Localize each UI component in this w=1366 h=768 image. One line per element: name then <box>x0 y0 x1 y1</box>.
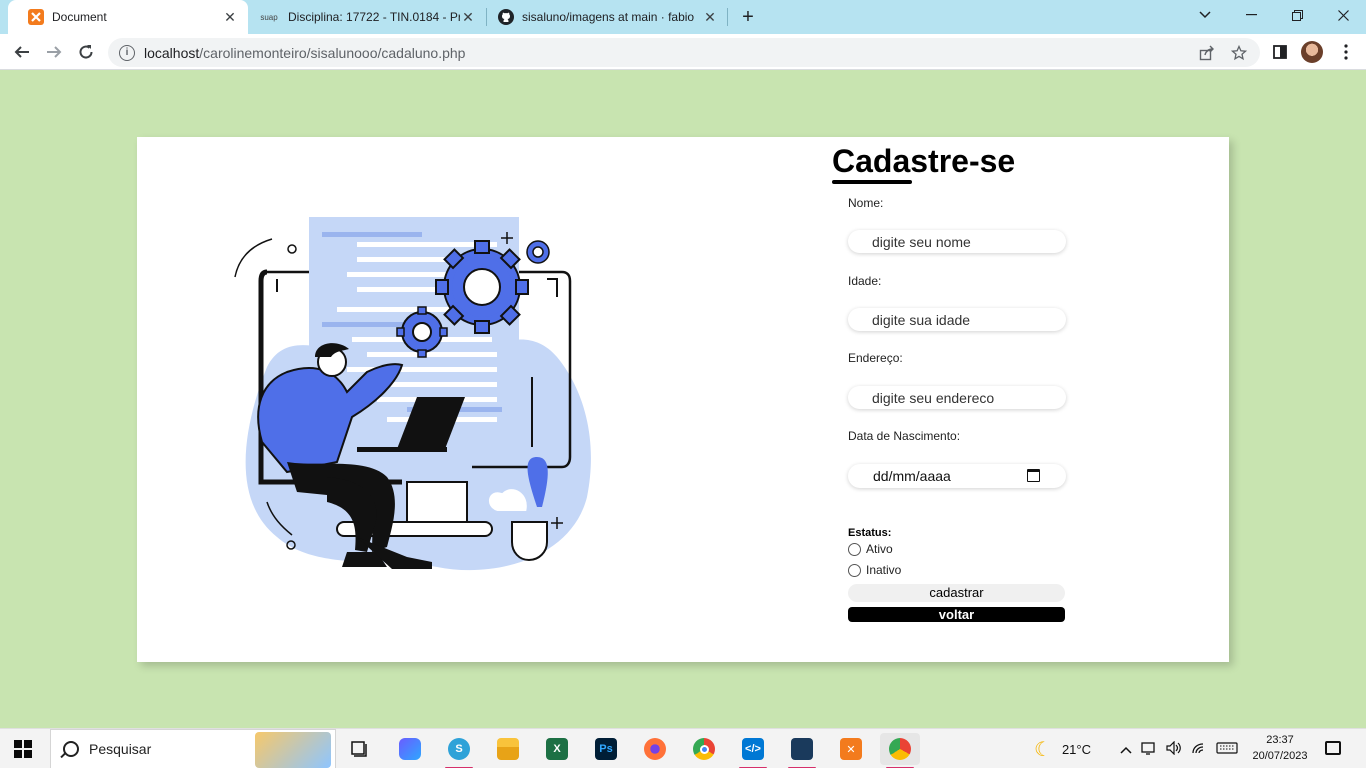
xampp-taskbar-icon[interactable]: ✕ <box>831 733 871 765</box>
address-label: Endereço: <box>848 351 903 365</box>
excel-icon[interactable]: X <box>537 733 577 765</box>
profile-avatar[interactable] <box>1301 41 1323 63</box>
windows-start-icon[interactable] <box>14 740 32 758</box>
browser-tab-strip: Document ✕ suap Disciplina: 17722 - TIN.… <box>0 0 1366 34</box>
browser-toolbar: i localhost/carolinemonteiro/sisalunooo/… <box>0 34 1366 70</box>
age-input[interactable] <box>848 308 1066 331</box>
photoshop-icon[interactable]: Ps <box>586 733 626 765</box>
name-input[interactable] <box>848 230 1066 253</box>
tab-title: Disciplina: 17722 - TIN.0184 - Pro <box>288 10 460 24</box>
calendar-icon[interactable] <box>1027 469 1040 482</box>
radio-button[interactable] <box>848 563 861 577</box>
large-gear-icon <box>435 240 529 334</box>
close-tab-icon[interactable]: ✕ <box>460 9 476 25</box>
tab-separator <box>486 8 487 26</box>
firefox-icon[interactable] <box>635 733 675 765</box>
status-option-inativo[interactable]: Inativo <box>848 563 901 577</box>
network-icon[interactable] <box>1141 741 1157 758</box>
weather-widget[interactable]: ☾ 21°C <box>1034 729 1091 768</box>
system-tray[interactable] <box>1120 729 1238 768</box>
notification-icon[interactable] <box>1325 741 1341 755</box>
chrome-profile-icon[interactable] <box>880 733 920 768</box>
chrome-icon[interactable] <box>684 733 724 765</box>
close-tab-icon[interactable]: ✕ <box>702 9 718 25</box>
keyboard-icon[interactable] <box>1216 741 1238 758</box>
chevron-up-icon[interactable] <box>1120 742 1132 757</box>
bookmark-star-icon[interactable] <box>1228 42 1250 64</box>
clock-time: 23:37 <box>1266 734 1294 746</box>
tab-title: Document <box>52 10 107 24</box>
new-tab-button[interactable]: + <box>737 6 759 28</box>
github-icon <box>498 9 514 25</box>
clock-date: 20/07/2023 <box>1252 750 1308 762</box>
age-label: Idade: <box>848 274 882 288</box>
tiny-gear-icon <box>526 240 550 264</box>
address-bar[interactable]: i localhost/carolinemonteiro/sisalunooo/… <box>108 38 1260 67</box>
skype-s-icon[interactable]: S <box>439 733 479 768</box>
xampp-icon <box>28 9 44 25</box>
tab-github[interactable]: sisaluno/imagens at main · fabio ✕ <box>488 0 728 34</box>
close-tab-icon[interactable]: ✕ <box>222 9 238 25</box>
site-info-icon[interactable]: i <box>119 44 135 61</box>
status-label: Estatus: <box>848 527 892 539</box>
radio-label: Inativo <box>866 563 902 577</box>
tab-document[interactable]: Document ✕ <box>8 0 248 34</box>
tab-title: sisaluno/imagens at main · fabio <box>522 10 695 24</box>
file-explorer-icon[interactable] <box>488 733 528 765</box>
reload-icon[interactable] <box>72 38 100 66</box>
search-icon <box>63 741 79 757</box>
submit-button[interactable]: cadastrar <box>848 584 1065 602</box>
windows-taskbar: Pesquisar S X Ps </> ✕ ☾ 21°C 23:37 20/0… <box>0 728 1366 768</box>
title-underline <box>832 180 912 184</box>
back-arrow-icon[interactable] <box>8 38 36 66</box>
address-input[interactable] <box>848 386 1066 409</box>
name-label: Nome: <box>848 196 884 210</box>
developer-illustration <box>234 217 591 571</box>
vscode-icon[interactable]: </> <box>733 733 773 768</box>
birthdate-input[interactable]: dd/mm/aaaa <box>848 464 1066 488</box>
taskbar-clock[interactable]: 23:37 20/07/2023 <box>1249 732 1311 764</box>
forward-arrow-icon[interactable] <box>40 38 68 66</box>
tab-search-icon[interactable] <box>1182 0 1228 30</box>
share-icon[interactable] <box>1196 42 1218 64</box>
side-panel-icon[interactable] <box>1270 42 1290 62</box>
tab-disciplina[interactable]: suap Disciplina: 17722 - TIN.0184 - Pro … <box>248 0 486 34</box>
weather-temp: 21°C <box>1061 741 1091 757</box>
copilot-icon[interactable] <box>390 733 430 765</box>
suap-icon: suap <box>260 12 278 22</box>
search-highlight-image <box>255 732 331 768</box>
birthdate-label: Data de Nascimento: <box>848 429 961 443</box>
search-text: Pesquisar <box>89 741 152 757</box>
moon-icon: ☾ <box>1034 738 1052 761</box>
more-menu-icon[interactable] <box>1336 42 1356 62</box>
radio-label: Ativo <box>866 542 893 556</box>
date-placeholder: dd/mm/aaaa <box>873 468 951 484</box>
task-view-icon[interactable] <box>340 733 380 765</box>
restore-icon[interactable] <box>1274 0 1320 30</box>
taskbar-search[interactable]: Pesquisar <box>50 729 336 768</box>
close-window-icon[interactable] <box>1320 0 1366 30</box>
wifi-icon[interactable] <box>1191 741 1207 758</box>
tab-separator <box>727 8 728 26</box>
radio-button[interactable] <box>848 542 861 556</box>
volume-icon[interactable] <box>1166 740 1182 758</box>
back-button[interactable]: voltar <box>848 607 1065 622</box>
status-option-ativo[interactable]: Ativo <box>848 542 893 556</box>
url-text[interactable]: localhost/carolinemonteiro/sisalunooo/ca… <box>144 45 1196 61</box>
minimize-icon[interactable] <box>1228 0 1274 30</box>
mysql-workbench-icon[interactable] <box>782 733 822 768</box>
page-title: Cadastre-se <box>832 143 1016 179</box>
registration-card: Cadastre-se Nome: Idade: Endereço: Data … <box>137 137 1229 662</box>
